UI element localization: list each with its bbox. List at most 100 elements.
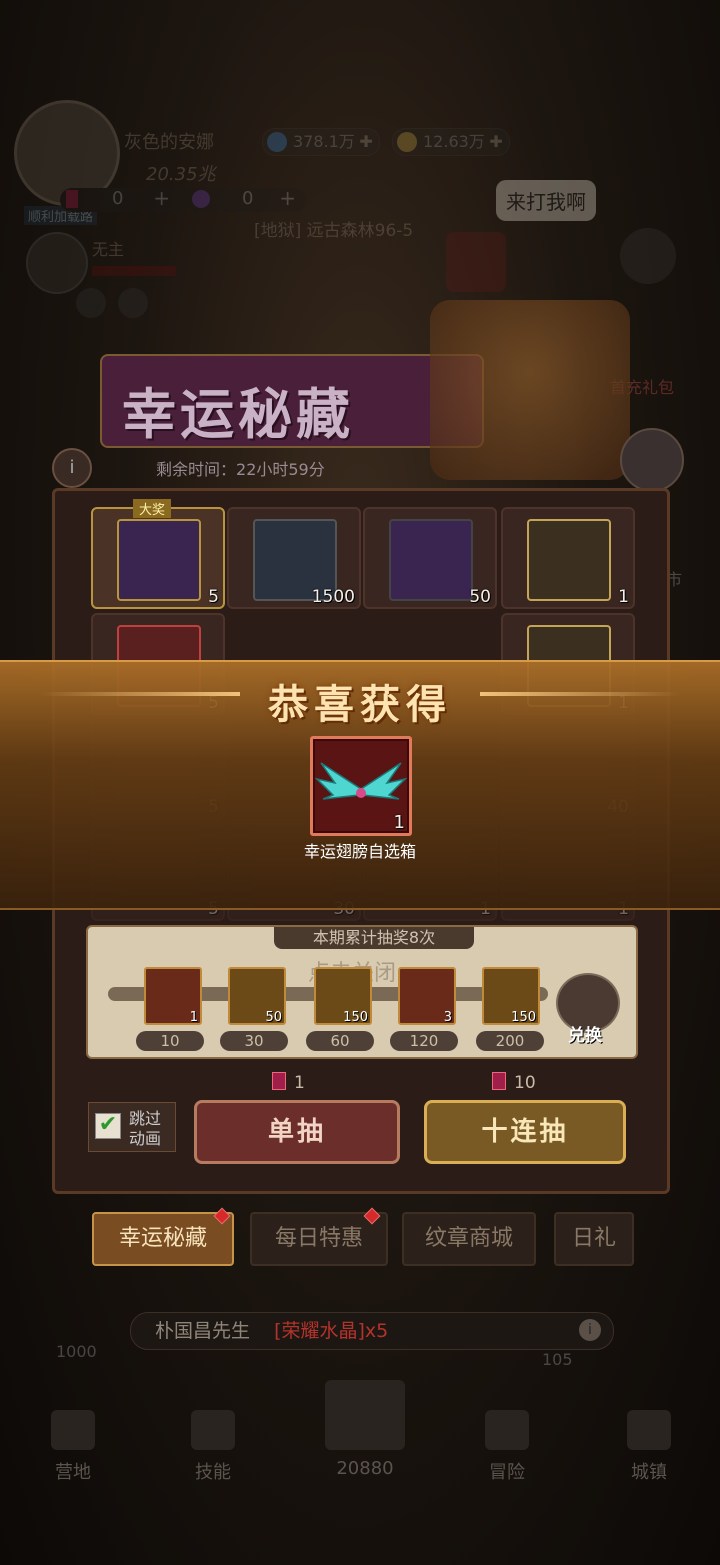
nav-label: 营地 <box>55 1462 91 1483</box>
notice-count: x5 <box>364 1320 389 1342</box>
coin-counter[interactable]: 12.63万 ✚ <box>392 128 510 156</box>
treasure-chest-icon <box>430 300 630 480</box>
nav-battle[interactable]: 20880 <box>310 1380 420 1479</box>
single-cost-value: 1 <box>294 1073 305 1093</box>
milestone-item-5[interactable]: 150 <box>482 967 540 1025</box>
diamond-value: 378.1万 <box>293 132 355 151</box>
pet-label: 无主 <box>92 240 125 259</box>
prize-qty: 1500 <box>311 587 355 607</box>
milestone-label: 10 <box>136 1031 204 1051</box>
milestone-item-1[interactable]: 1 <box>144 967 202 1025</box>
player-name: 灰色的安娜 <box>124 132 214 153</box>
skip-animation-toggle[interactable]: ✔ 跳过 动画 <box>88 1102 176 1152</box>
nav-town[interactable]: 城镇 <box>604 1410 694 1484</box>
milestone-label: 120 <box>390 1031 458 1051</box>
battle-power-value: 20880 <box>336 1458 394 1479</box>
ticket-icon <box>272 1072 286 1090</box>
gem-count: 0 <box>242 188 254 209</box>
pet-hp-bar <box>92 266 176 276</box>
crossed-swords-icon <box>325 1380 405 1450</box>
exchange-label[interactable]: 兑换 <box>568 1021 602 1046</box>
single-draw-button[interactable]: 单抽 <box>194 1100 400 1164</box>
notice-player-name: 朴国昌先生 <box>155 1320 251 1342</box>
gem-counter[interactable]: 0 + <box>186 186 306 212</box>
player-power: 20.35兆 <box>146 164 216 185</box>
gem-plus-icon[interactable]: + <box>279 186 296 210</box>
broadcast-notice: 朴国昌先生 [荣耀水晶]x5 i <box>130 1312 614 1350</box>
prize-cell: 1 <box>501 507 635 609</box>
prize-cell: 大奖 5 <box>91 499 225 609</box>
milestone-qty: 1 <box>189 1010 198 1025</box>
reward-name: 幸运翅膀自选箱 <box>303 842 416 861</box>
remaining-label: 剩余时间： <box>156 460 237 479</box>
popup-title: 恭喜获得 <box>268 682 452 728</box>
boss-icon[interactable] <box>446 232 506 292</box>
coin-plus-icon[interactable]: ✚ <box>489 129 502 155</box>
gift-icon[interactable] <box>620 428 684 492</box>
ticket-icon <box>66 190 78 208</box>
milestone-item-3[interactable]: 150 <box>314 967 372 1025</box>
nav-camp[interactable]: 营地 <box>28 1410 118 1484</box>
tab-lucky-treasure[interactable]: 幸运秘藏 <box>92 1212 234 1266</box>
ten-draw-button[interactable]: 十连抽 <box>424 1100 626 1164</box>
milestone-label: 60 <box>306 1031 374 1051</box>
diamond-counter[interactable]: 378.1万 ✚ <box>262 128 380 156</box>
settings-icon[interactable] <box>620 228 676 284</box>
milestone-label: 30 <box>220 1031 288 1051</box>
coin-icon <box>397 132 417 152</box>
checkbox-checked-icon[interactable]: ✔ <box>95 1113 121 1139</box>
milestone-label: 200 <box>476 1031 544 1051</box>
info-icon[interactable]: i <box>52 448 92 488</box>
milestone-item-2[interactable]: 50 <box>228 967 286 1025</box>
castle-icon <box>627 1410 671 1450</box>
right-side-value: 105 <box>542 1350 573 1369</box>
draw-count-caption: 本期累计抽奖8次 <box>274 927 474 949</box>
ticket-count: 0 <box>112 188 124 209</box>
camp-icon <box>51 1410 95 1450</box>
nav-skills[interactable]: 技能 <box>168 1410 258 1484</box>
ticket-plus-icon[interactable]: + <box>153 186 170 210</box>
remaining-time: 剩余时间：22小时59分 <box>156 456 325 480</box>
speech-bubble: 来打我啊 <box>496 180 596 221</box>
milestone-item-4[interactable]: 3 <box>398 967 456 1025</box>
milestone-progress: 本期累计抽奖8次 点击关闭 1 50 150 3 150 10 30 60 12… <box>86 925 638 1059</box>
tab-daily-gift[interactable]: 日礼 <box>554 1212 634 1266</box>
milestone-qty: 50 <box>265 1010 282 1025</box>
milestone-qty: 3 <box>443 1010 452 1025</box>
coin-value: 12.63万 <box>423 132 485 151</box>
ticket-icon <box>492 1072 506 1090</box>
milestone-qty: 150 <box>511 1010 536 1025</box>
prize-qty: 50 <box>469 587 491 607</box>
tab-emblem-shop[interactable]: 纹章商城 <box>402 1212 536 1266</box>
nav-label: 冒险 <box>489 1462 525 1483</box>
reward-qty: 1 <box>393 812 405 833</box>
diamond-icon <box>267 132 287 152</box>
left-side-value: 1000 <box>56 1342 97 1361</box>
stage-label: [地狱] 远古森林96-5 <box>254 221 414 241</box>
ticket-counter[interactable]: 0 + <box>60 186 190 212</box>
reward-item[interactable]: 1 <box>310 736 412 836</box>
prize-cell: 1500 <box>227 507 361 609</box>
diamond-plus-icon[interactable]: ✚ <box>359 129 372 155</box>
prize-cell: 50 <box>363 507 497 609</box>
skills-icon <box>191 1410 235 1450</box>
nav-adventure[interactable]: 冒险 <box>462 1410 552 1484</box>
info-icon[interactable]: i <box>579 1319 601 1341</box>
remaining-value: 22小时59分 <box>236 460 325 479</box>
nav-label: 技能 <box>195 1462 231 1483</box>
scroll-icon <box>527 519 611 601</box>
prize-qty: 1 <box>618 587 629 607</box>
purple-flame-icon <box>389 519 473 601</box>
single-cost: 1 <box>272 1072 305 1093</box>
purple-gem-icon <box>117 519 201 601</box>
event-title: 幸运秘藏 <box>122 383 354 446</box>
skip-label-2: 动画 <box>129 1129 162 1148</box>
map-icon <box>485 1410 529 1450</box>
ten-cost-value: 10 <box>514 1073 536 1093</box>
reward-popup[interactable]: 恭喜获得 1 幸运翅膀自选箱 <box>0 660 720 910</box>
pet-avatar[interactable] <box>26 232 88 294</box>
ten-cost: 10 <box>492 1072 536 1093</box>
nav-label: 城镇 <box>631 1462 667 1483</box>
grand-prize-tag: 大奖 <box>133 499 172 518</box>
notice-item: [荣耀水晶] <box>274 1320 365 1342</box>
